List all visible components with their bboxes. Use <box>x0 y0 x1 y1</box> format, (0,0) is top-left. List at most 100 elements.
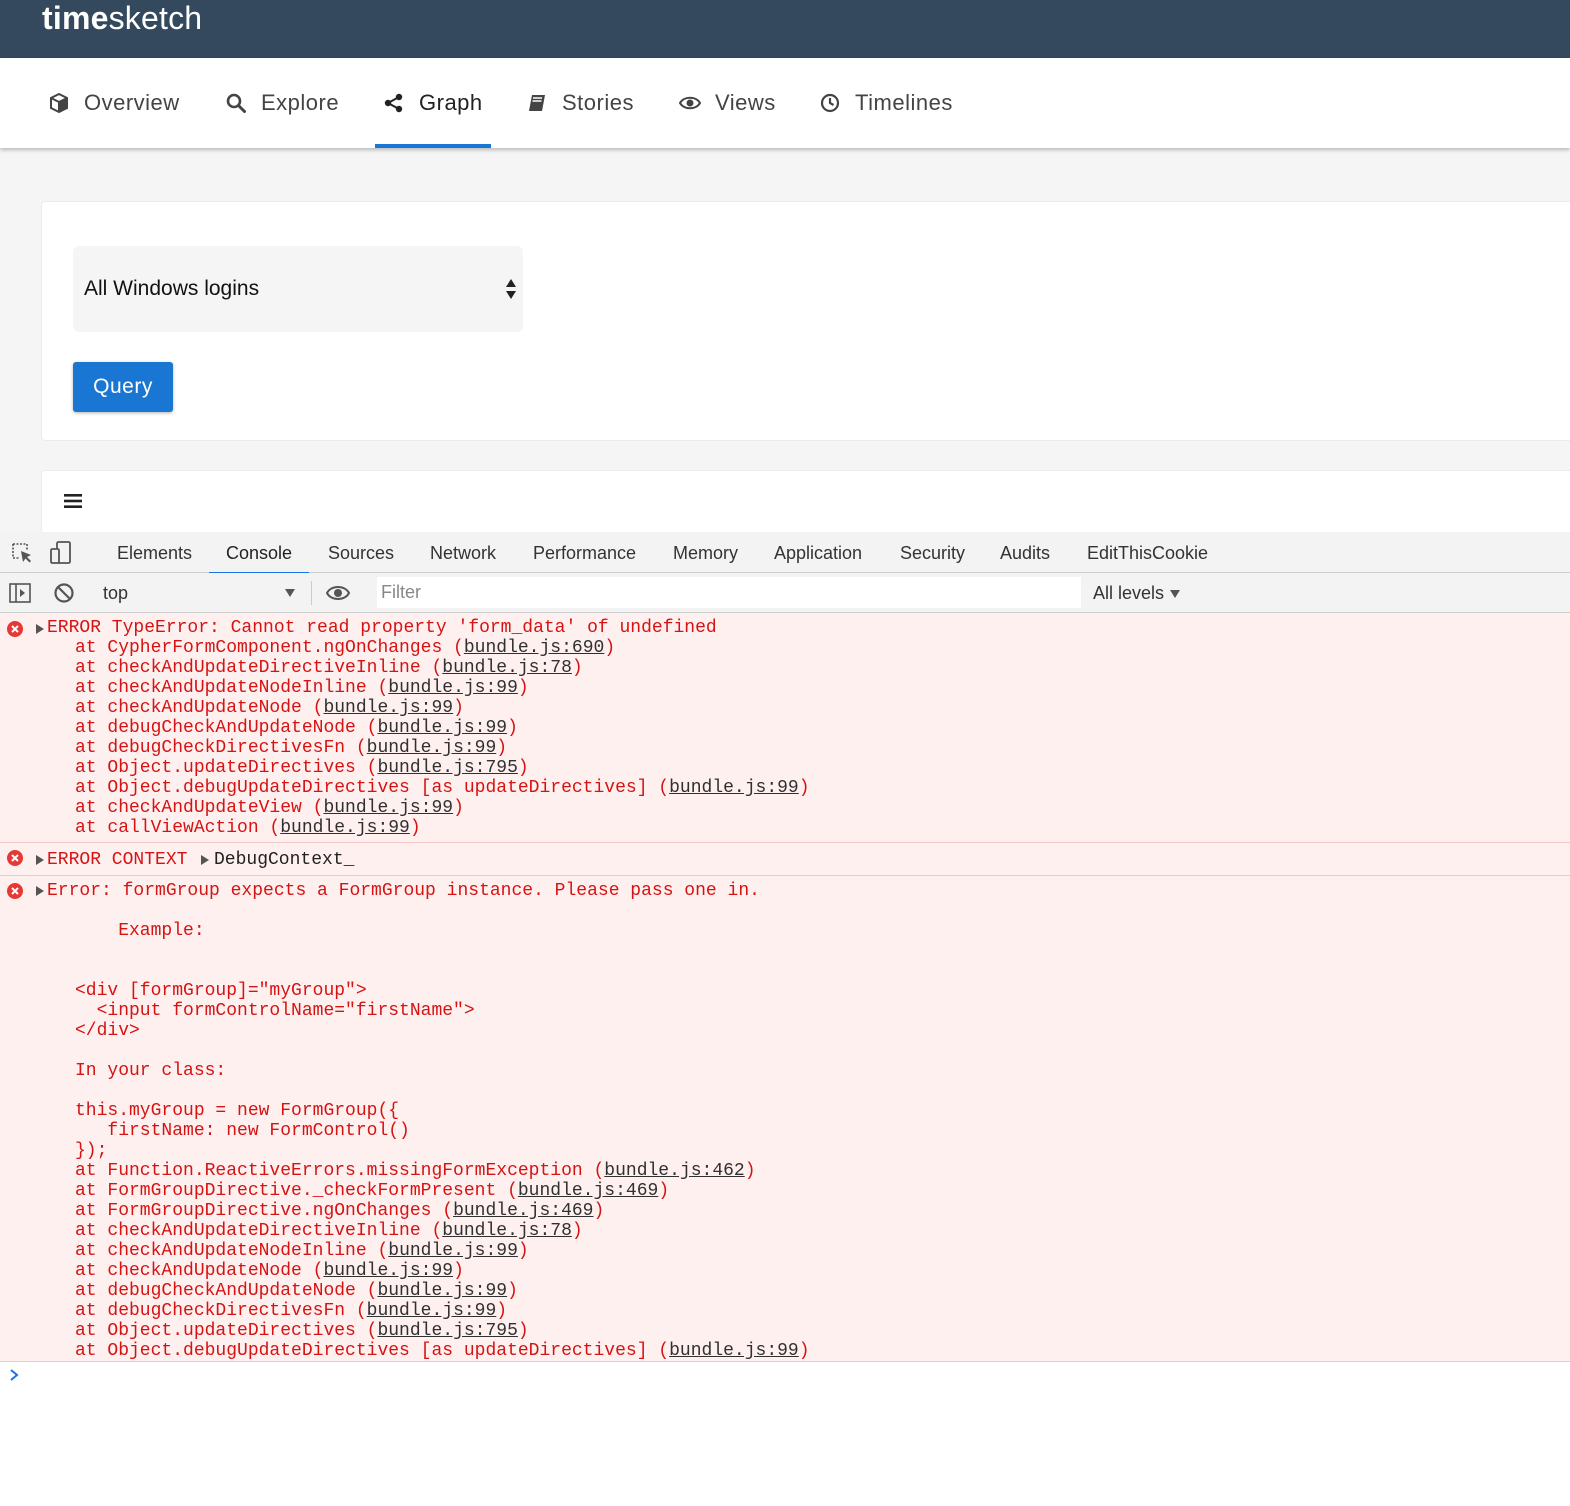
devtools-tab-network[interactable]: Network <box>430 532 496 573</box>
menu-icon[interactable] <box>63 491 83 511</box>
sidebar-toggle-icon[interactable] <box>8 581 32 605</box>
devtools-tab-editthiscookie[interactable]: EditThisCookie <box>1087 532 1208 573</box>
stack-frame-text: at checkAndUpdateNodeInline ( <box>75 1241 389 1261</box>
expand-triangle-icon[interactable] <box>35 855 44 865</box>
devtools-tab-sources[interactable]: Sources <box>328 532 394 573</box>
debug-context-object[interactable]: DebugContext_ <box>214 850 354 870</box>
stack-frame-text: at checkAndUpdateDirectiveInline ( <box>75 658 443 678</box>
stack-frame-close: ) <box>517 1241 529 1261</box>
stack-frame-text: at debugCheckDirectivesFn ( <box>75 738 367 758</box>
expand-object-icon[interactable] <box>200 855 209 865</box>
devtools-tab-security[interactable]: Security <box>900 532 965 573</box>
sketch-nav: Overview Explore Graph Stories Views Tim… <box>0 58 1570 148</box>
tab-label: Overview <box>84 90 180 115</box>
stack-frame-close: ) <box>571 1221 583 1241</box>
console-prompt-icon[interactable] <box>8 1368 20 1382</box>
stack-frame-text: at checkAndUpdateNodeInline ( <box>75 678 389 698</box>
device-toolbar-icon[interactable] <box>49 541 73 565</box>
console-error-message[interactable]: ERROR TypeError: Cannot read property 'f… <box>0 613 1570 843</box>
stack-frame: at checkAndUpdateDirectiveInline (bundle… <box>75 658 583 678</box>
stack-frame: at checkAndUpdateDirectiveInline (bundle… <box>75 1221 583 1241</box>
error-icon <box>7 883 23 899</box>
devtools-tab-application[interactable]: Application <box>774 532 862 573</box>
source-link[interactable]: bundle.js:462 <box>604 1161 744 1181</box>
live-expression-eye-icon[interactable] <box>326 581 350 605</box>
stack-frame-close: ) <box>517 678 529 698</box>
devtools-tab-elements[interactable]: Elements <box>117 532 192 573</box>
stack-frame-close: ) <box>507 718 518 738</box>
source-link[interactable]: bundle.js:99 <box>669 778 799 798</box>
devtools-tab-audits[interactable]: Audits <box>1000 532 1050 573</box>
query-button[interactable]: Query <box>73 362 173 412</box>
console-error-message[interactable]: ERROR CONTEXT DebugContext_ <box>0 843 1570 876</box>
stack-frame: at Object.debugUpdateDirectives [as upda… <box>75 778 810 798</box>
tab-label: Stories <box>562 90 634 115</box>
error-detail-line: Example: <box>75 921 205 941</box>
source-link[interactable]: bundle.js:690 <box>464 638 604 658</box>
error-detail-line: this.myGroup = new FormGroup({ <box>75 1101 400 1121</box>
source-link[interactable]: bundle.js:99 <box>377 1281 507 1301</box>
source-link[interactable]: bundle.js:99 <box>323 698 453 718</box>
tab-views[interactable]: Views <box>679 58 776 148</box>
error-text: ERROR CONTEXT <box>47 850 188 870</box>
stack-frame: at checkAndUpdateView (bundle.js:99) <box>75 798 464 818</box>
stack-frame: at checkAndUpdateNode (bundle.js:99) <box>75 1261 464 1281</box>
stack-frame-text: at Object.updateDirectives ( <box>75 758 378 778</box>
stack-frame-text: at debugCheckAndUpdateNode ( <box>75 1281 378 1301</box>
tab-explore[interactable]: Explore <box>225 58 339 148</box>
query-select[interactable]: All Windows logins <box>73 246 523 332</box>
source-link[interactable]: bundle.js:78 <box>442 1221 572 1241</box>
source-link[interactable]: bundle.js:99 <box>280 818 410 838</box>
stack-frame-close: ) <box>496 1301 508 1321</box>
source-link[interactable]: bundle.js:469 <box>453 1201 593 1221</box>
stack-frame-close: ) <box>604 638 616 658</box>
inspect-element-icon[interactable] <box>10 541 34 565</box>
tab-label: Graph <box>419 90 483 115</box>
expand-triangle-icon[interactable] <box>35 624 44 634</box>
stack-frame-close: ) <box>593 1201 605 1221</box>
tab-timelines[interactable]: Timelines <box>819 58 953 148</box>
source-link[interactable]: bundle.js:469 <box>518 1181 658 1201</box>
graph-toolbar-card <box>41 470 1570 540</box>
expand-triangle-icon[interactable] <box>35 886 44 896</box>
source-link[interactable]: bundle.js:795 <box>377 1321 517 1341</box>
console-error-message[interactable]: Error: formGroup expects a FormGroup ins… <box>0 876 1570 1362</box>
stack-frame-text: at CypherFormComponent.ngOnChanges ( <box>75 638 464 658</box>
console-filter-input[interactable] <box>377 577 1081 608</box>
source-link[interactable]: bundle.js:99 <box>388 678 518 698</box>
stack-frame-close: ) <box>798 1341 810 1361</box>
source-link[interactable]: bundle.js:99 <box>669 1341 799 1361</box>
stack-frame-text: at checkAndUpdateDirectiveInline ( <box>75 1221 443 1241</box>
clear-console-icon[interactable] <box>52 581 76 605</box>
tab-overview[interactable]: Overview <box>48 58 180 148</box>
tab-stories[interactable]: Stories <box>526 58 634 148</box>
context-dropdown-icon[interactable] <box>284 588 296 598</box>
logo-bold-text: time <box>42 0 109 36</box>
stack-frame: at debugCheckAndUpdateNode (bundle.js:99… <box>75 718 518 738</box>
tab-label: Views <box>715 90 776 115</box>
devtools-tabbar: Elements Console Sources Network Perform… <box>0 532 1570 574</box>
source-link[interactable]: bundle.js:99 <box>323 798 453 818</box>
source-link[interactable]: bundle.js:78 <box>442 658 572 678</box>
stack-frame-close: ) <box>517 758 529 778</box>
stack-frame-text: at Object.debugUpdateDirectives [as upda… <box>75 778 670 798</box>
stack-frame-text: at Object.updateDirectives ( <box>75 1321 378 1341</box>
devtools-tab-performance[interactable]: Performance <box>533 532 636 573</box>
context-selector[interactable]: top <box>103 573 128 613</box>
app-logo[interactable]: timesketch <box>42 0 202 36</box>
log-levels-dropdown[interactable]: All levels <box>1093 573 1181 613</box>
devtools-tab-console[interactable]: Console <box>208 532 310 574</box>
source-link[interactable]: bundle.js:99 <box>388 1241 518 1261</box>
devtools-tab-memory[interactable]: Memory <box>673 532 738 573</box>
book-icon <box>526 92 548 114</box>
stack-frame: at checkAndUpdateNodeInline (bundle.js:9… <box>75 678 529 698</box>
source-link[interactable]: bundle.js:99 <box>377 718 507 738</box>
source-link[interactable]: bundle.js:795 <box>377 758 517 778</box>
stack-frame-text: at FormGroupDirective.ngOnChanges ( <box>75 1201 454 1221</box>
stack-frame: at checkAndUpdateNode (bundle.js:99) <box>75 698 464 718</box>
source-link[interactable]: bundle.js:99 <box>367 1301 497 1321</box>
tab-graph[interactable]: Graph <box>375 58 491 148</box>
source-link[interactable]: bundle.js:99 <box>367 738 497 758</box>
stack-frame-text: at debugCheckAndUpdateNode ( <box>75 718 378 738</box>
source-link[interactable]: bundle.js:99 <box>323 1261 453 1281</box>
